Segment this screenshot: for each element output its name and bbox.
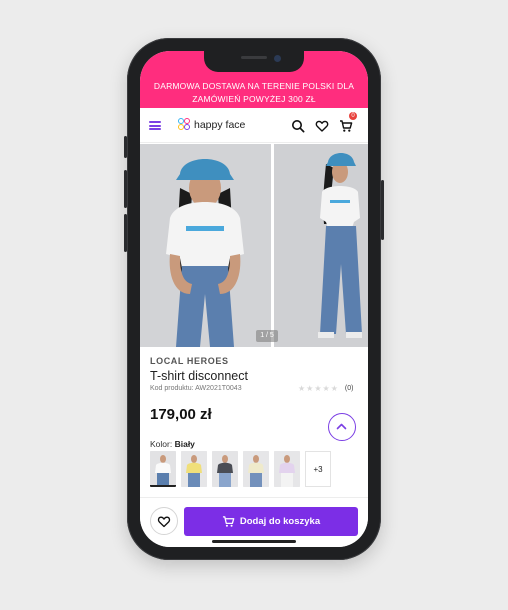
more-colors-button[interactable]: +3 (305, 451, 331, 487)
chevron-up-icon (336, 423, 347, 430)
search-icon[interactable] (291, 119, 305, 133)
heart-icon (157, 516, 171, 528)
logo-text: happy face (194, 118, 246, 131)
color-swatch-cream[interactable] (243, 451, 269, 487)
star-icon: ★ (306, 384, 314, 393)
color-swatches: +3 (150, 451, 331, 487)
product-code: Kod produktu: AW2021T0043 (150, 385, 242, 392)
product-name: T-shirt disconnect (150, 369, 248, 383)
add-to-cart-button[interactable]: Dodaj do koszyka (184, 507, 358, 536)
star-icon: ★ (330, 384, 338, 393)
scroll-to-top-button[interactable] (328, 413, 356, 441)
phone-side-button (124, 170, 127, 208)
menu-icon[interactable] (149, 121, 161, 130)
product-brand[interactable]: LOCAL HEROES (150, 356, 229, 366)
star-icon: ★ (314, 384, 322, 393)
cart-icon (222, 516, 235, 527)
add-to-cart-label: Dodaj do koszyka (239, 516, 321, 527)
star-icon: ★ (298, 384, 306, 393)
color-swatch-graphite[interactable] (212, 451, 238, 487)
logo-icon (178, 118, 191, 131)
top-header: happy face (140, 108, 368, 143)
gallery-counter: 1 / 5 (256, 330, 278, 342)
color-swatch-white[interactable] (150, 451, 176, 487)
product-price: 179,00 zł (150, 406, 212, 423)
product-photo[interactable] (274, 144, 368, 347)
phone-side-button (124, 214, 127, 252)
color-swatch-yellow[interactable] (181, 451, 207, 487)
product-photo[interactable] (140, 144, 271, 347)
heart-icon[interactable] (315, 119, 329, 133)
promo-line: ZAMÓWIEŃ POWYŻEJ 300 ZŁ (192, 94, 316, 104)
color-value: Biały (174, 439, 195, 449)
promo-line: DARMOWA DOSTAWA NA TERENIE POLSKI DLA (153, 81, 355, 91)
color-swatch-lilac[interactable] (274, 451, 300, 487)
phone-frame: DARMOWA DOSTAWA NA TERENIE POLSKI DLA ZA… (124, 38, 384, 560)
notch (204, 51, 304, 72)
add-to-wishlist-button[interactable] (150, 507, 178, 535)
cart-count-badge: 0 (349, 112, 357, 120)
logo[interactable]: happy face (178, 118, 245, 131)
color-label: Kolor: Biały (150, 439, 195, 449)
cart-icon[interactable] (339, 119, 353, 133)
rating-count: (0) (344, 385, 354, 392)
home-indicator[interactable] (212, 540, 296, 543)
product-gallery[interactable]: 1 / 5 (140, 144, 368, 347)
phone-power-button (381, 180, 384, 240)
screen: DARMOWA DOSTAWA NA TERENIE POLSKI DLA ZA… (140, 51, 368, 547)
rating[interactable]: ★ ★ ★ ★ ★ (0) (298, 384, 353, 393)
color-label-text: Kolor: (150, 439, 173, 449)
star-icon: ★ (322, 384, 330, 393)
phone-side-button (124, 136, 127, 158)
